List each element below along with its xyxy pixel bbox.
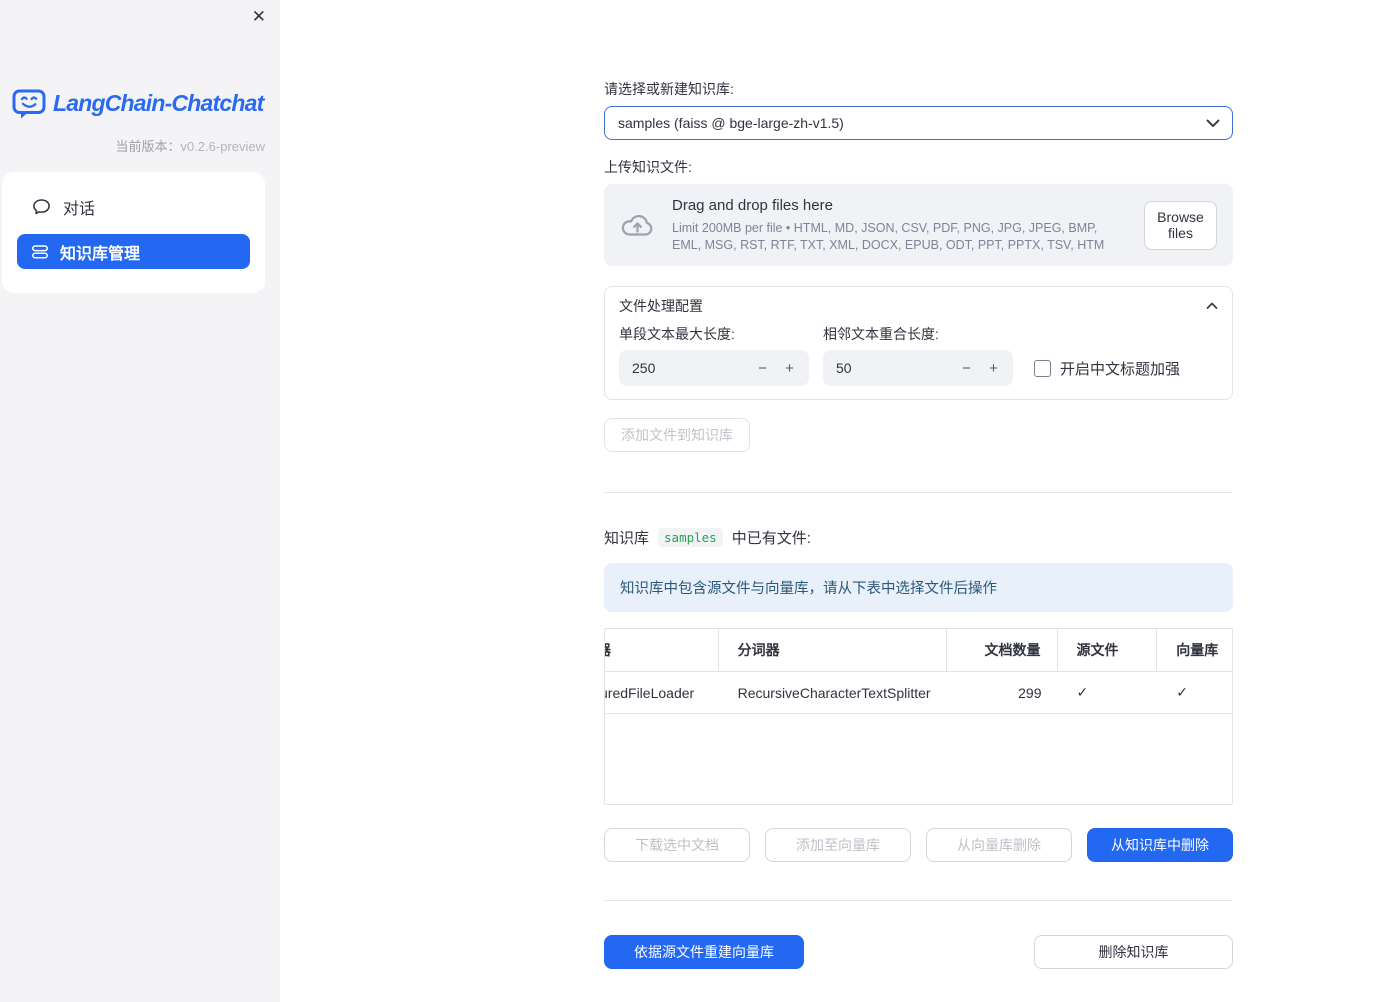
dropzone-hint: Limit 200MB per file • HTML, MD, JSON, C… bbox=[672, 220, 1105, 252]
files-table: 器 分词器 文档数量 源文件 向量库 uredFileLoader Recurs… bbox=[604, 628, 1233, 805]
delete-from-kb-button[interactable]: 从知识库中删除 bbox=[1087, 828, 1233, 862]
kb-action-buttons: 依据源文件重建向量库 删除知识库 bbox=[604, 935, 1233, 969]
rebuild-vector-store-button[interactable]: 依据源文件重建向量库 bbox=[604, 935, 804, 969]
chunk-size-stepper: 250 − + bbox=[619, 350, 809, 386]
add-to-vector-store-button[interactable]: 添加至向量库 bbox=[765, 828, 911, 862]
cell-source-file-check: ✓ bbox=[1076, 684, 1089, 700]
sidebar-item-chat[interactable]: 对话 bbox=[17, 189, 250, 224]
cell-loader: uredFileLoader bbox=[605, 684, 695, 701]
zh-title-checkbox-label: 开启中文标题加强 bbox=[1060, 360, 1181, 378]
expander-header[interactable]: 文件处理配置 bbox=[619, 287, 1218, 324]
chevron-down-icon bbox=[1206, 119, 1220, 128]
zh-title-checkbox[interactable] bbox=[1034, 359, 1051, 377]
kb-select-dropdown[interactable]: samples (faiss @ bge-large-zh-v1.5) bbox=[604, 106, 1233, 140]
column-header-source-file: 源文件 bbox=[1058, 629, 1158, 671]
kb-select-value: samples (faiss @ bge-large-zh-v1.5) bbox=[618, 115, 844, 131]
sidebar: ✕ LangChain-Chatchat 当前版本：v0.2.6-preview… bbox=[0, 0, 280, 1002]
close-icon[interactable]: ✕ bbox=[252, 6, 266, 28]
column-header-splitter: 分词器 bbox=[719, 629, 947, 671]
chat-bubble-icon bbox=[32, 197, 51, 216]
increment-button[interactable]: + bbox=[980, 360, 1007, 377]
main-area: 请选择或新建知识库: samples (faiss @ bge-large-zh… bbox=[280, 0, 1380, 1002]
divider bbox=[604, 492, 1233, 493]
kb-name-code: samples bbox=[658, 527, 723, 547]
delete-kb-button[interactable]: 删除知识库 bbox=[1034, 935, 1233, 969]
expander-title: 文件处理配置 bbox=[619, 297, 703, 314]
divider bbox=[604, 900, 1233, 901]
sidebar-item-knowledge-base[interactable]: 知识库管理 bbox=[17, 234, 250, 269]
sidebar-menu: 对话 知识库管理 bbox=[2, 172, 265, 293]
browse-files-button[interactable]: Browse files bbox=[1144, 200, 1217, 250]
sidebar-item-label: 知识库管理 bbox=[60, 245, 141, 263]
version-text: 当前版本：v0.2.6-preview bbox=[115, 139, 265, 154]
cloud-upload-icon bbox=[619, 210, 656, 240]
increment-button[interactable]: + bbox=[776, 360, 803, 377]
overlap-stepper: 50 − + bbox=[823, 350, 1013, 386]
add-files-button[interactable]: 添加文件到知识库 bbox=[604, 418, 750, 452]
kb-select-label: 请选择或新建知识库: bbox=[604, 81, 734, 97]
info-alert: 知识库中包含源文件与向量库，请从下表中选择文件后操作 bbox=[604, 563, 1233, 612]
download-selected-button[interactable]: 下载选中文档 bbox=[604, 828, 750, 862]
file-dropzone[interactable]: Drag and drop files here Limit 200MB per… bbox=[604, 184, 1233, 266]
kb-files-heading: 知识库 samples 中已有文件: bbox=[604, 527, 811, 547]
column-header-doc-count: 文档数量 bbox=[947, 629, 1058, 671]
column-header-loader: 器 bbox=[605, 629, 719, 671]
chunk-size-input[interactable]: 250 bbox=[632, 360, 749, 376]
chatchat-logo-icon bbox=[12, 86, 46, 120]
cell-splitter: RecursiveCharacterTextSplitter bbox=[737, 684, 931, 701]
column-header-vector-store: 向量库 bbox=[1176, 642, 1219, 658]
overlap-label: 相邻文本重合长度: bbox=[823, 326, 939, 342]
cell-vector-store-check: ✓ bbox=[1176, 684, 1188, 700]
delete-from-vector-store-button[interactable]: 从向量库删除 bbox=[926, 828, 1072, 862]
decrement-button[interactable]: − bbox=[749, 360, 776, 377]
file-config-expander: 文件处理配置 单段文本最大长度: 250 − + 相邻文本重合长度: 50 − … bbox=[604, 286, 1233, 400]
app-title: LangChain-Chatchat bbox=[53, 89, 264, 116]
dropzone-title: Drag and drop files here bbox=[672, 196, 833, 214]
table-header-row: 器 分词器 文档数量 源文件 向量库 bbox=[605, 629, 1232, 672]
decrement-button[interactable]: − bbox=[953, 360, 980, 377]
upload-label: 上传知识文件: bbox=[604, 159, 692, 175]
file-action-buttons: 下载选中文档 添加至向量库 从向量库删除 从知识库中删除 bbox=[604, 828, 1233, 862]
stack-icon bbox=[32, 244, 48, 259]
cell-doc-count: 299 bbox=[1018, 684, 1042, 701]
chunk-size-label: 单段文本最大长度: bbox=[619, 326, 735, 342]
table-row[interactable]: uredFileLoader RecursiveCharacterTextSpl… bbox=[605, 672, 1232, 714]
sidebar-item-label: 对话 bbox=[63, 200, 96, 218]
overlap-input[interactable]: 50 bbox=[836, 360, 953, 376]
chevron-up-icon bbox=[1206, 302, 1218, 310]
app-logo: LangChain-Chatchat bbox=[0, 0, 280, 120]
